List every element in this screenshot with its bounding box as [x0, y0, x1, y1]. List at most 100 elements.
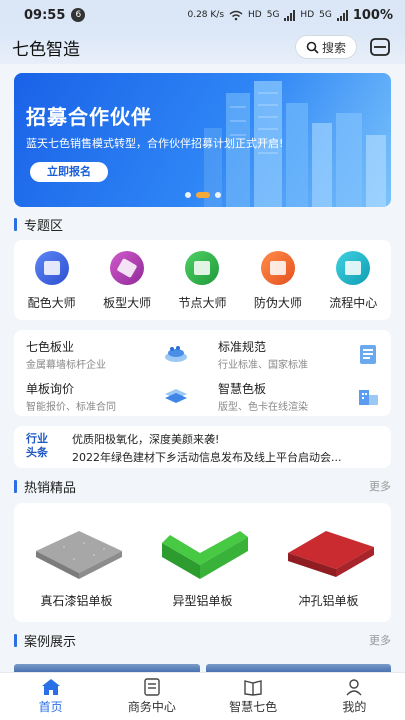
tab-mine[interactable]: 我的 [304, 673, 405, 720]
business-icon [144, 678, 160, 696]
special-item-process-center[interactable]: 流程中心 [320, 251, 386, 320]
color-board-icon [359, 390, 378, 405]
special-item-label: 节点大师 [178, 296, 227, 310]
network-speed: 0.28 K/s [187, 10, 225, 20]
news-logo-line1: 行业 [26, 432, 48, 445]
panel-icon [110, 251, 145, 285]
tab-smart-seven-color[interactable]: 智慧七色 [203, 673, 304, 720]
tab-label: 首页 [38, 700, 63, 714]
special-item-anti-fake-master[interactable]: 防伪大师 [245, 251, 311, 320]
product-label: 异型铝单板 [172, 594, 233, 608]
tab-business-center[interactable]: 商务中心 [101, 673, 202, 720]
hot-products-header: 热销精品 更多 [14, 477, 391, 496]
register-now-button[interactable]: 立即报名 [30, 162, 108, 182]
tab-label: 商务中心 [127, 700, 176, 714]
signal-label-1: 5G [266, 10, 280, 20]
section-marker [14, 633, 17, 647]
case-image[interactable] [14, 664, 200, 672]
news-item[interactable]: 优质阳极氧化，深度美颜来袭! [72, 431, 384, 447]
node-icon [185, 251, 220, 285]
carousel-dot-active[interactable] [195, 192, 210, 198]
product-label: 真石漆铝单板 [40, 594, 113, 608]
process-icon [336, 251, 371, 285]
notification-badge: 6 [71, 8, 86, 22]
info-card-company[interactable]: 七色板业 金属幕墙标杆企业 [14, 333, 194, 373]
tab-label: 我的 [342, 700, 367, 714]
book-icon [244, 680, 262, 696]
carousel-indicators [14, 192, 391, 198]
signal-icon-1 [284, 9, 296, 21]
product-card-shaped[interactable]: 异型铝单板 [140, 503, 265, 622]
banner-title: 招募合作伙伴 [26, 105, 152, 129]
section-marker [14, 217, 17, 231]
special-zone: 配色大师 板型大师 节点大师 防伪大师 流程中心 [14, 240, 391, 320]
special-item-label: 板型大师 [103, 296, 152, 310]
cases-header: 案例展示 更多 [14, 631, 391, 650]
news-item[interactable]: 2022年绿色建材下乡活动信息发布及线上平台启动会... [72, 449, 384, 465]
case-image[interactable] [205, 664, 391, 672]
tab-label: 智慧七色 [229, 700, 278, 714]
battery-level: 100% [352, 7, 393, 23]
shaped-panel-image [162, 531, 248, 579]
product-card-stone-paint[interactable]: 真石漆铝单板 [14, 503, 139, 622]
info-card-title: 七色板业 [26, 340, 75, 354]
hot-products-title: 热销精品 [24, 480, 77, 496]
info-card-desc: 版型、色卡在线渲染 [218, 402, 308, 413]
info-grid: 七色板业 金属幕墙标杆企业 标准规范 行业标准、国家标准 单板询价 智能报价、标… [14, 330, 391, 416]
info-card-quote[interactable]: 单板询价 智能报价、标准合同 [14, 375, 194, 415]
search-button[interactable]: 搜索 [295, 35, 357, 59]
info-card-desc: 智能报价、标准合同 [26, 402, 116, 413]
news-ticker[interactable]: 行业 头条 优质阳极氧化，深度美颜来袭! 2022年绿色建材下乡活动信息发布及线… [14, 426, 391, 468]
special-item-label: 流程中心 [329, 296, 378, 310]
carousel-dot[interactable] [214, 192, 221, 198]
wifi-icon [229, 10, 243, 20]
scan-button[interactable] [367, 35, 393, 59]
product-card-perforated[interactable]: 冲孔铝单板 [266, 503, 391, 622]
info-card-desc: 行业标准、国家标准 [218, 360, 308, 371]
special-item-label: 配色大师 [27, 296, 76, 310]
user-icon [346, 679, 362, 696]
status-bar: 09:55 6 0.28 K/s HD 5G HD 5G 100% [0, 0, 405, 30]
hot-products-more-link[interactable]: 更多 [369, 478, 391, 494]
cases-title: 案例展示 [24, 634, 77, 650]
hd-badge-2: HD [300, 10, 315, 20]
standard-icon [360, 345, 376, 364]
special-section-title: 专题区 [24, 218, 64, 234]
product-label: 冲孔铝单板 [298, 594, 359, 608]
company-icon [165, 346, 187, 362]
home-icon [41, 679, 60, 695]
signal-icon-2 [336, 9, 348, 21]
anti-fake-icon [260, 251, 295, 285]
promo-banner[interactable]: 招募合作伙伴 蓝天七色销售模式转型，合作伙伴招募计划正式开启! 立即报名 [14, 73, 391, 207]
info-card-desc: 金属幕墙标杆企业 [26, 360, 106, 371]
banner-subtitle: 蓝天七色销售模式转型，合作伙伴招募计划正式开启! [26, 137, 284, 150]
carousel-dot[interactable] [184, 192, 191, 198]
industry-headline-logo: 行业 头条 [26, 432, 56, 462]
status-indicators: 0.28 K/s HD 5G HD 5G 100% [187, 8, 393, 23]
quote-icon [165, 389, 187, 403]
info-card-title: 智慧色板 [218, 382, 267, 396]
special-item-node-master[interactable]: 节点大师 [169, 251, 235, 320]
search-label: 搜索 [321, 40, 346, 55]
scan-icon [370, 38, 390, 56]
section-marker [14, 479, 17, 493]
special-item-panel-master[interactable]: 板型大师 [94, 251, 160, 320]
cases-more-link[interactable]: 更多 [369, 632, 391, 648]
stone-paint-panel-image [36, 531, 122, 579]
special-section-header: 专题区 [14, 215, 391, 234]
signal-label-2: 5G [319, 10, 332, 20]
info-card-title: 标准规范 [218, 340, 267, 354]
special-item-color-master[interactable]: 配色大师 [19, 251, 85, 320]
app-title: 七色智造 [12, 39, 80, 60]
app-header: 七色智造 搜索 [0, 30, 405, 64]
news-logo-line2: 头条 [26, 446, 48, 459]
search-icon [306, 41, 319, 54]
tab-home[interactable]: 首页 [0, 673, 101, 720]
case-gallery-peek[interactable] [14, 664, 391, 672]
info-card-color-board[interactable]: 智慧色板 版型、色卡在线渲染 [206, 375, 386, 415]
info-card-standards[interactable]: 标准规范 行业标准、国家标准 [206, 333, 386, 373]
info-card-title: 单板询价 [26, 382, 75, 396]
perforated-panel-image [288, 531, 374, 577]
status-time: 09:55 [24, 7, 66, 23]
hd-badge-1: HD [248, 10, 262, 20]
